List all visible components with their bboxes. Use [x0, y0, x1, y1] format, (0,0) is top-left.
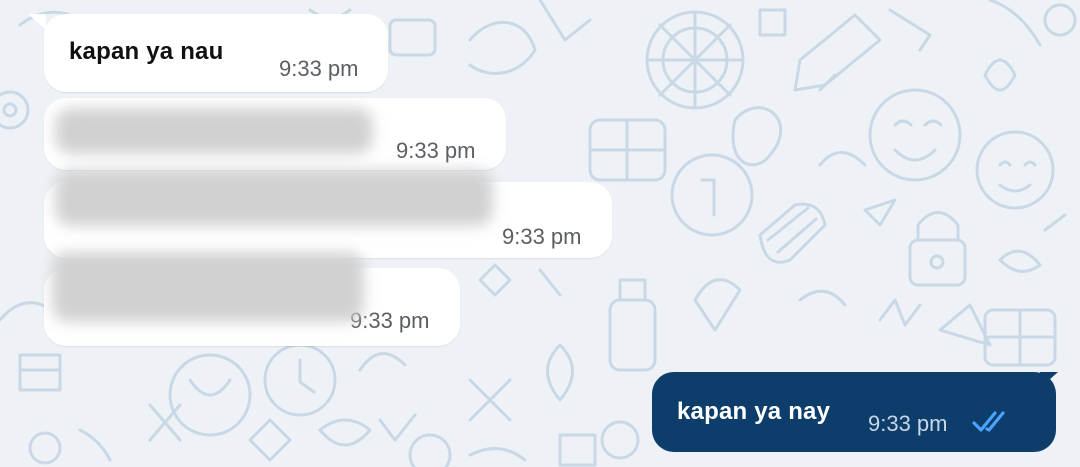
- redacted-message-content: [55, 108, 373, 154]
- message-timestamp: 9:33 pm: [502, 224, 582, 249]
- incoming-bubble-tail: [28, 14, 46, 30]
- redacted-message-content: [55, 170, 493, 226]
- message-timestamp: 9:33 pm: [279, 56, 359, 81]
- message-bubble-incoming[interactable]: kapan ya nau 9:33 pm: [44, 14, 388, 92]
- message-timestamp: 9:33 pm: [868, 411, 948, 436]
- message-bubble-outgoing[interactable]: kapan ya nay 9:33 pm: [652, 372, 1056, 452]
- redacted-message-content: [52, 252, 364, 322]
- message-text: kapan ya nau: [69, 38, 224, 65]
- double-check-icon: [972, 411, 1005, 432]
- message-text: kapan ya nay: [677, 398, 831, 425]
- message-timestamp: 9:33 pm: [396, 138, 476, 163]
